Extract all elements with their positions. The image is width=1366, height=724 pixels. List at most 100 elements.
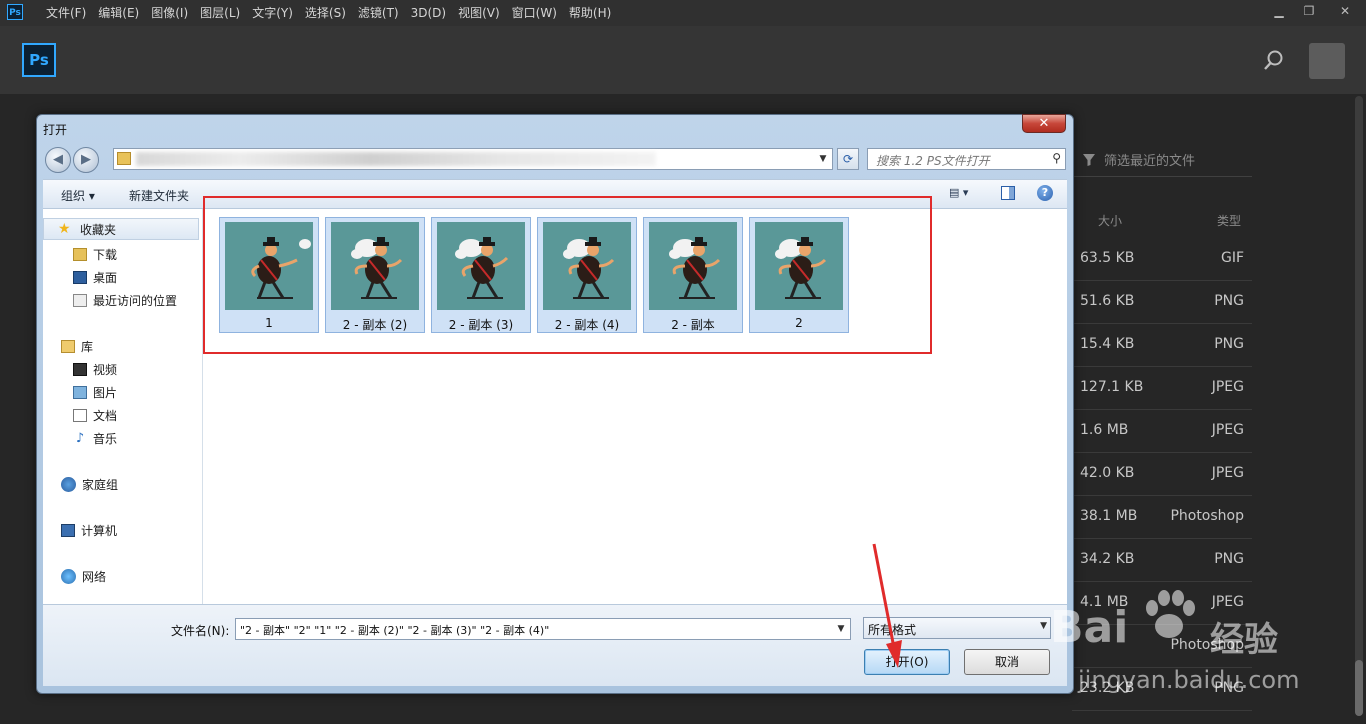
desktop-icon [73,271,87,284]
menu-edit[interactable]: 编辑(E) [92,0,145,26]
address-bar[interactable]: ▼ [113,148,833,170]
search-input[interactable]: 搜索 1.2 PS文件打开 ⚲ [867,148,1066,170]
file-thumbnail[interactable]: 2 - 副本 (3) [431,217,531,333]
nav-label: 视频 [93,363,118,377]
menubar: Ps 文件(F) 编辑(E) 图像(I) 图层(L) 文字(Y) 选择(S) 滤… [0,0,1366,26]
nav-favorites[interactable]: ★ 收藏夹 [43,218,199,240]
recent-filter[interactable]: 筛选最近的文件 [1082,150,1195,169]
file-thumbnail[interactable]: 2 [749,217,849,333]
recent-row[interactable]: 23.2 KB PNG [1072,668,1252,711]
nav-libraries[interactable]: 库 [61,338,93,355]
menu-type[interactable]: 文字(Y) [246,0,299,26]
nav-videos[interactable]: 视频 [73,361,117,378]
row-size: 1.6 MB [1080,422,1129,438]
filter-icon [1083,153,1095,166]
recent-row[interactable]: 15.4 KB PNG [1072,324,1252,367]
row-type: JPEG [1211,594,1244,610]
recent-row[interactable]: 34.2 KB PNG [1072,539,1252,582]
nav-documents[interactable]: 文档 [73,407,117,424]
ps-header: Ps [0,26,1366,94]
dialog-footer: 文件名(N): "2 - 副本" "2" "1" "2 - 副本 (2)" "2… [43,604,1067,686]
row-type: Photoshop [1170,508,1244,524]
search-icon[interactable]: ⚲ [1052,151,1061,165]
open-button[interactable]: 打开(O) [864,649,950,675]
menu-view[interactable]: 视图(V) [452,0,506,26]
file-type-value: 所有格式 [868,623,917,637]
view-options-icon[interactable]: ▤ ▾ [949,186,983,202]
forward-button[interactable]: ▶ [73,147,99,173]
organize-button[interactable]: 组织 ▾ [61,187,95,204]
recent-row[interactable]: 1.6 MB JPEG [1072,410,1252,453]
dialog-close-button[interactable]: ✕ [1022,114,1066,133]
nav-network[interactable]: 网络 [61,568,106,585]
file-name: 2 - 副本 (3) [448,318,514,332]
col-type: 类型 [1217,214,1242,228]
thumbnail-image [437,222,525,310]
nav-label: 收藏夹 [80,222,117,237]
file-name: 1 [265,316,273,330]
cancel-button[interactable]: 取消 [964,649,1050,675]
nav-recent[interactable]: 最近访问的位置 [73,292,177,309]
row-type: PNG [1214,551,1244,567]
menu-image[interactable]: 图像(I) [145,0,194,26]
library-icon [61,340,75,353]
menu-file[interactable]: 文件(F) [40,0,92,26]
minimize-icon[interactable]: ▁ [1264,0,1294,22]
recent-row[interactable]: 38.1 MB Photoshop [1072,496,1252,539]
preview-pane-icon[interactable] [1001,186,1015,200]
window-close-icon[interactable]: ✕ [1324,0,1366,22]
recent-row[interactable]: 4.1 MB JPEG [1072,582,1252,625]
help-icon[interactable]: ? [1037,185,1053,201]
back-button[interactable]: ◀ [45,147,71,173]
nav-computer[interactable]: 计算机 [61,522,117,539]
recent-row[interactable]: Photoshop [1072,625,1252,668]
thumbnail-image [225,222,313,310]
video-icon [73,363,87,376]
menu-help[interactable]: 帮助(H) [563,0,617,26]
ps-logo: Ps [22,43,56,77]
menu-3d[interactable]: 3D(D) [405,0,452,26]
nav-homegroup[interactable]: 家庭组 [61,476,118,493]
restore-icon[interactable]: ❐ [1294,0,1324,22]
nav-label: 网络 [82,570,107,584]
file-list: 1 2 - 副本 (2) 2 - 副本 (3) 2 - 副本 (4) 2 - 副… [203,209,1067,604]
file-type-select[interactable]: 所有格式 ▼ [863,617,1051,639]
nav-label: 文档 [93,409,118,423]
file-thumbnail[interactable]: 1 [219,217,319,333]
recent-row[interactable]: 63.5 KB GIF [1072,238,1252,281]
nav-downloads[interactable]: 下载 [73,246,117,263]
nav-pictures[interactable]: 图片 [73,384,117,401]
dialog-title: 打开 [43,123,68,137]
menu-window[interactable]: 窗口(W) [506,0,563,26]
row-size: 38.1 MB [1080,508,1138,524]
row-size: 15.4 KB [1080,336,1135,352]
refresh-button[interactable]: ⟳ [837,148,859,170]
scrollbar-thumb[interactable] [1355,660,1363,716]
row-size: 42.0 KB [1080,465,1135,481]
recent-row[interactable]: 42.0 KB JPEG [1072,453,1252,496]
avatar[interactable] [1309,43,1345,79]
window-controls: ▁ ❐ ✕ [1264,0,1366,22]
file-name: 2 - 副本 (4) [554,318,620,332]
search-icon[interactable] [1262,48,1286,72]
search-placeholder: 搜索 1.2 PS文件打开 [876,154,990,168]
nav-music[interactable]: ♪ 音乐 [73,430,117,447]
recent-row[interactable]: 51.6 KB PNG [1072,281,1252,324]
chevron-down-icon[interactable]: ▼ [816,151,830,167]
file-thumbnail[interactable]: 2 - 副本 (4) [537,217,637,333]
filter-underline [1072,176,1252,177]
nav-label: 库 [81,340,94,354]
menu-layer[interactable]: 图层(L) [194,0,246,26]
recent-row[interactable]: 127.1 KB JPEG [1072,367,1252,410]
menu-select[interactable]: 选择(S) [299,0,352,26]
nav-label: 下载 [93,248,118,262]
row-type: PNG [1214,293,1244,309]
new-folder-button[interactable]: 新建文件夹 [129,187,189,204]
menu-filter[interactable]: 滤镜(T) [352,0,405,26]
file-thumbnail[interactable]: 2 - 副本 (2) [325,217,425,333]
chevron-down-icon[interactable]: ▼ [833,619,849,639]
nav-desktop[interactable]: 桌面 [73,269,117,286]
scrollbar[interactable] [1355,96,1363,716]
file-thumbnail[interactable]: 2 - 副本 [643,217,743,333]
filename-input[interactable]: "2 - 副本" "2" "1" "2 - 副本 (2)" "2 - 副本 (3… [235,618,851,640]
